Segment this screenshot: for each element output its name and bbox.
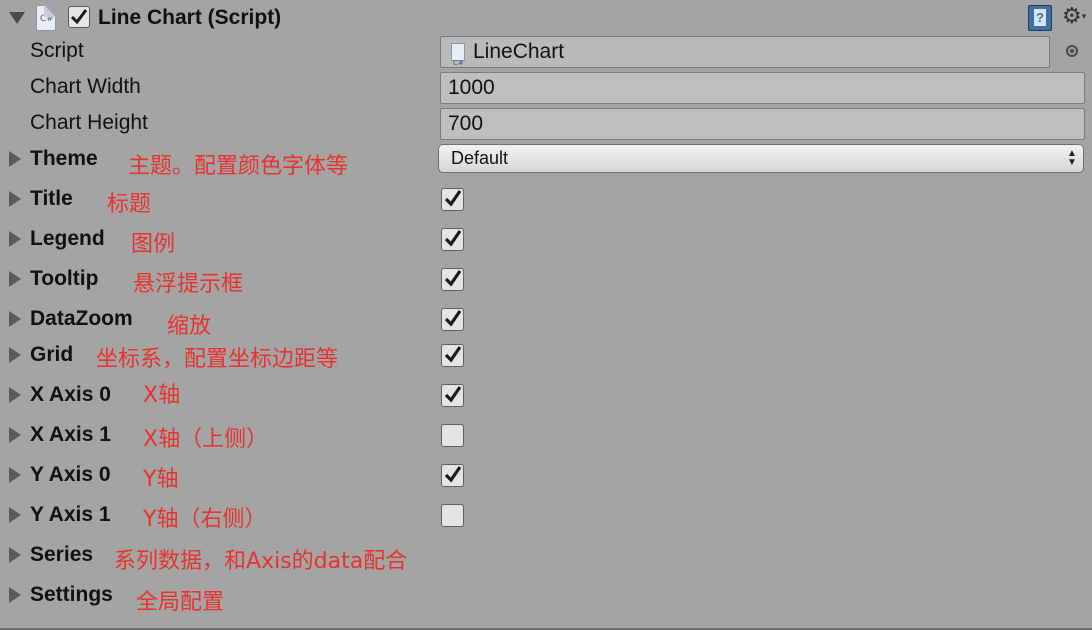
- grid-section-label[interactable]: Grid: [30, 343, 73, 367]
- theme-expand-triangle-icon[interactable]: [9, 151, 21, 167]
- y-axis-1-annotation: Y轴（右侧）: [143, 507, 267, 532]
- checkmark-icon: [444, 310, 462, 327]
- tooltip-enabled-checkbox[interactable]: [441, 268, 464, 291]
- theme-label[interactable]: Theme: [30, 147, 98, 171]
- x-axis-0-section-label[interactable]: X Axis 0: [30, 383, 111, 407]
- script-value: LineChart: [473, 40, 565, 63]
- datazoom-annotation: 缩放: [167, 314, 212, 339]
- grid-enabled-checkbox[interactable]: [441, 344, 464, 367]
- y-axis-0-enabled-checkbox[interactable]: [441, 464, 464, 487]
- tooltip-expand-triangle-icon[interactable]: [9, 271, 21, 287]
- datazoom-expand-triangle-icon[interactable]: [9, 311, 21, 327]
- grid-annotation: 坐标系，配置坐标边距等: [96, 347, 339, 372]
- settings-annotation: 全局配置: [136, 590, 225, 615]
- theme-dropdown[interactable]: Default ▲ ▼: [438, 144, 1084, 173]
- datazoom-section-label[interactable]: DataZoom: [30, 307, 133, 331]
- legend-enabled-checkbox[interactable]: [441, 228, 464, 251]
- x-axis-1-annotation: X轴（上侧）: [143, 427, 269, 452]
- x-axis-1-section-label[interactable]: X Axis 1: [30, 423, 111, 447]
- series-section-label[interactable]: Series: [30, 543, 93, 567]
- chart-width-field[interactable]: 1000: [440, 72, 1085, 104]
- y-axis-0-expand-triangle-icon[interactable]: [9, 467, 21, 483]
- x-axis-0-expand-triangle-icon[interactable]: [9, 387, 21, 403]
- checkmark-icon: [444, 346, 462, 363]
- title-annotation: 标题: [107, 192, 152, 217]
- help-icon-text: ?: [1034, 9, 1046, 26]
- script-file-icon: C#: [451, 43, 465, 67]
- script-icon-text: C#: [40, 14, 54, 24]
- chart-height-label: Chart Height: [30, 111, 148, 134]
- theme-dropdown-value: Default: [451, 148, 509, 168]
- legend-section-label[interactable]: Legend: [30, 227, 105, 251]
- checkmark-icon: [444, 270, 462, 287]
- series-expand-triangle-icon[interactable]: [9, 547, 21, 563]
- object-picker-icon[interactable]: [1066, 45, 1078, 57]
- component-enabled-checkbox[interactable]: [68, 6, 90, 28]
- y-axis-0-annotation: Y轴: [143, 467, 179, 492]
- legend-expand-triangle-icon[interactable]: [9, 231, 21, 247]
- x-axis-0-enabled-checkbox[interactable]: [441, 384, 464, 407]
- checkmark-icon: [444, 386, 462, 403]
- series-annotation: 系列数据，和Axis的data配合: [114, 549, 408, 574]
- checkmark-icon: [444, 190, 462, 207]
- settings-expand-triangle-icon[interactable]: [9, 587, 21, 603]
- checkmark-icon: [444, 466, 462, 483]
- datazoom-enabled-checkbox[interactable]: [441, 308, 464, 331]
- chart-height-field[interactable]: 700: [440, 108, 1085, 140]
- help-book-icon[interactable]: ?: [1028, 5, 1052, 31]
- settings-section-label[interactable]: Settings: [30, 583, 113, 607]
- title-section-label[interactable]: Title: [30, 187, 73, 211]
- y-axis-1-section-label[interactable]: Y Axis 1: [30, 503, 111, 527]
- y-axis-1-expand-triangle-icon[interactable]: [9, 507, 21, 523]
- tooltip-section-label[interactable]: Tooltip: [30, 267, 98, 291]
- component-header: C# Line Chart (Script) ? ⚙▾: [0, 0, 1092, 36]
- dropdown-arrows-icon: ▲ ▼: [1067, 148, 1077, 168]
- legend-annotation: 图例: [131, 232, 176, 257]
- checkmark-icon: [444, 230, 462, 247]
- inspector-panel: C# Line Chart (Script) ? ⚙▾ Script C# Li…: [0, 0, 1092, 630]
- component-title: Line Chart (Script): [98, 6, 282, 29]
- chart-width-label: Chart Width: [30, 75, 141, 98]
- theme-annotation: 主题。配置颜色字体等: [128, 154, 349, 179]
- x-axis-0-annotation: X轴: [143, 383, 181, 408]
- tooltip-annotation: 悬浮提示框: [133, 272, 244, 297]
- y-axis-1-enabled-checkbox[interactable]: [441, 504, 464, 527]
- title-enabled-checkbox[interactable]: [441, 188, 464, 211]
- grid-expand-triangle-icon[interactable]: [9, 347, 21, 363]
- x-axis-1-enabled-checkbox[interactable]: [441, 424, 464, 447]
- gear-icon[interactable]: ⚙▾: [1062, 3, 1092, 31]
- x-axis-1-expand-triangle-icon[interactable]: [9, 427, 21, 443]
- y-axis-0-section-label[interactable]: Y Axis 0: [30, 463, 111, 487]
- script-file-icon: C#: [36, 5, 56, 31]
- script-object-field[interactable]: C# LineChart: [440, 36, 1050, 68]
- collapse-triangle-icon[interactable]: [9, 12, 25, 24]
- script-label: Script: [30, 39, 84, 62]
- checkmark-icon: [70, 9, 88, 25]
- title-expand-triangle-icon[interactable]: [9, 191, 21, 207]
